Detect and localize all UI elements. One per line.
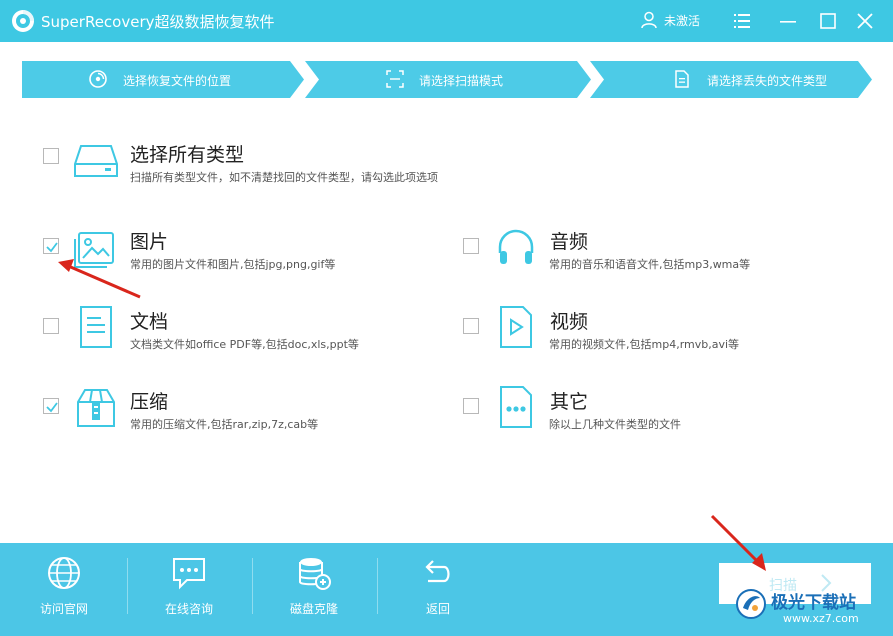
archive-icon [77, 389, 115, 427]
watermark-url: www.xz7.com [783, 612, 859, 625]
app-title: SuperRecovery超级数据恢复软件 [41, 13, 275, 31]
option-desc-all: 扫描所有类型文件，如不清楚找回的文件类型，请勾选此项选项 [130, 171, 438, 184]
checkbox-all-types[interactable] [43, 148, 59, 164]
return-arrow-icon [425, 560, 450, 583]
toolbar-divider [252, 558, 253, 614]
document-icon [675, 70, 689, 88]
option-desc-video: 常用的视频文件,包括mp4,rmvb,avi等 [549, 338, 740, 351]
user-icon[interactable] [640, 11, 658, 29]
activation-status[interactable]: 未激活 [664, 12, 700, 29]
step-select-location: 选择恢复文件的位置 [22, 61, 304, 98]
checkbox-documents[interactable] [43, 318, 59, 334]
title-bar: SuperRecovery超级数据恢复软件 未激活 [0, 0, 893, 42]
close-icon[interactable] [853, 9, 877, 33]
online-consult-button[interactable]: 在线咨询 [144, 543, 234, 636]
app-logo-icon [12, 10, 34, 32]
checkbox-images[interactable] [43, 238, 59, 254]
toolbar-divider [127, 558, 128, 614]
option-title-documents: 文档 [130, 311, 169, 333]
option-desc-images: 常用的图片文件和图片,包括jpg,png,gif等 [130, 258, 336, 271]
image-icon [74, 232, 114, 268]
disk-clone-label: 磁盘克隆 [289, 602, 338, 616]
globe-icon [48, 557, 80, 589]
option-title-archives: 压缩 [130, 391, 169, 413]
option-title-images: 图片 [130, 231, 169, 253]
step-file-type: 请选择丢失的文件类型 [590, 61, 872, 98]
headphones-icon [498, 229, 534, 264]
toolbar-divider [377, 558, 378, 614]
checkbox-archives[interactable] [43, 398, 59, 414]
minimize-icon[interactable] [776, 9, 800, 33]
checkbox-video[interactable] [463, 318, 479, 334]
option-desc-other: 除以上几种文件类型的文件 [549, 418, 681, 431]
checkbox-audio[interactable] [463, 238, 479, 254]
database-clone-icon [299, 558, 331, 590]
disk-clone-button[interactable]: 磁盘克隆 [269, 543, 359, 636]
watermark: 极光下载站 www.xz7.com [735, 585, 885, 633]
step-progress-bar: 选择恢复文件的位置 请选择扫描模式 请选择丢失的文件类型 [22, 61, 872, 98]
visit-website-button[interactable]: 访问官网 [19, 543, 109, 636]
watermark-name: 极光下载站 [771, 593, 856, 613]
back-label: 返回 [425, 602, 450, 616]
step-scan-mode: 请选择扫描模式 [305, 61, 591, 98]
chat-bubble-icon [173, 558, 205, 590]
video-play-icon [500, 306, 532, 348]
hard-drive-icon [74, 145, 118, 177]
menu-icon[interactable] [730, 9, 754, 33]
watermark-logo-icon [736, 589, 766, 619]
checkbox-other[interactable] [463, 398, 479, 414]
online-consult-label: 在线咨询 [164, 602, 213, 616]
option-title-audio: 音频 [550, 231, 589, 253]
option-title-all: 选择所有类型 [130, 144, 245, 166]
option-desc-audio: 常用的音乐和语音文件,包括mp3,wma等 [549, 258, 751, 271]
option-title-video: 视频 [550, 311, 589, 333]
visit-website-label: 访问官网 [39, 602, 88, 616]
back-button[interactable]: 返回 [393, 543, 483, 636]
option-desc-documents: 文档类文件如office PDF等,包括doc,xls,ppt等 [130, 338, 359, 351]
text-document-icon [80, 306, 112, 348]
option-desc-archives: 常用的压缩文件,包括rar,zip,7z,cab等 [130, 418, 319, 431]
maximize-icon[interactable] [816, 9, 840, 33]
app-window: SuperRecovery超级数据恢复软件 未激活 选择恢复文件的位置 请选择扫… [0, 0, 893, 636]
scan-frame-icon [386, 70, 404, 88]
disc-icon [89, 70, 107, 88]
option-title-other: 其它 [550, 391, 589, 413]
more-file-icon [500, 386, 532, 428]
